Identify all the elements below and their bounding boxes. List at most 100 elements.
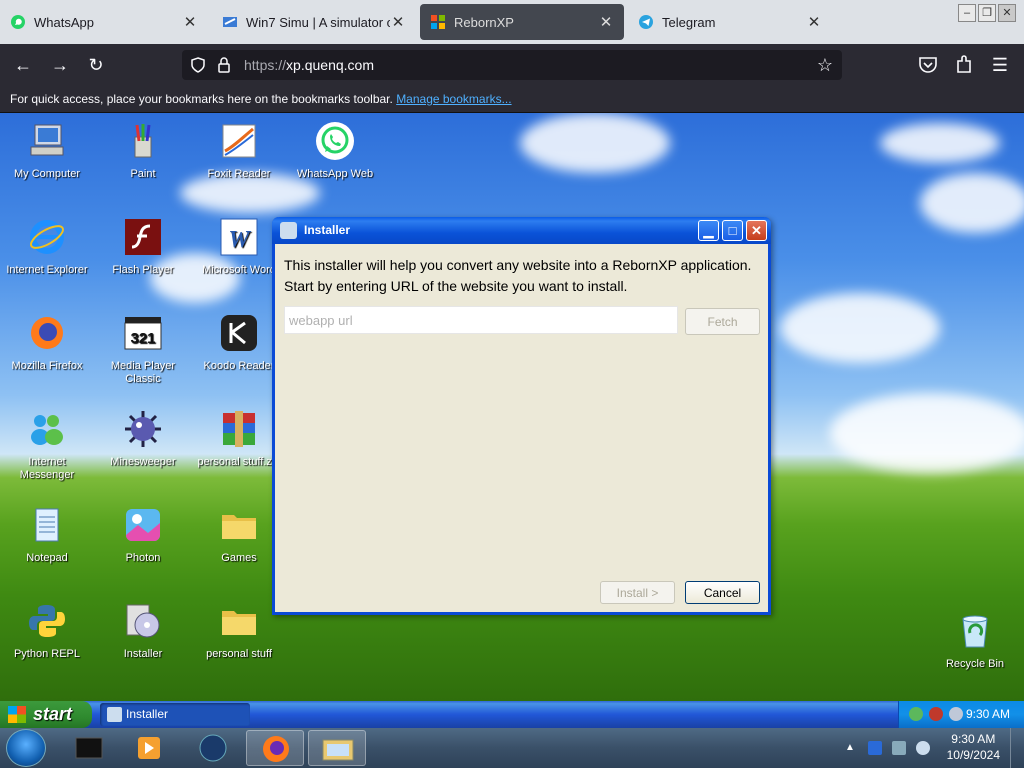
window-icon xyxy=(75,737,103,759)
zip-icon xyxy=(223,411,255,447)
maximize-icon[interactable]: □ xyxy=(722,220,743,241)
installer-icon xyxy=(280,222,297,239)
installer-icon xyxy=(107,707,122,722)
desktop-icon-personal-stuff[interactable]: personal stuff xyxy=(196,601,282,661)
close-icon[interactable]: ✕ xyxy=(182,13,198,31)
network-icon[interactable] xyxy=(909,707,923,721)
desktop-icon-photon[interactable]: Photon xyxy=(100,505,186,565)
python-icon xyxy=(29,605,65,637)
close-icon[interactable]: ✕ xyxy=(806,13,822,31)
close-window-icon[interactable]: ✕ xyxy=(998,4,1016,22)
network-icon[interactable] xyxy=(892,741,906,755)
desktop-icon-flash-player[interactable]: Flash Player xyxy=(100,217,186,277)
back-icon[interactable]: ← xyxy=(12,54,34,76)
tab-label: WhatsApp xyxy=(34,14,94,30)
reload-icon[interactable]: ↻ xyxy=(85,54,107,76)
desktop-icon-minesweeper[interactable]: Minesweeper xyxy=(100,409,186,469)
minimize-icon[interactable]: – xyxy=(958,4,976,22)
desktop-icon-microsoft-word[interactable]: W Microsoft Word xyxy=(196,217,282,277)
desktop-icon-my-computer[interactable]: My Computer xyxy=(4,121,90,181)
restore-icon[interactable]: ❐ xyxy=(978,4,996,22)
installer-body: This installer will help you convert any… xyxy=(275,244,768,612)
pocket-icon[interactable] xyxy=(918,56,938,74)
folder-icon xyxy=(322,739,354,761)
show-desktop-button[interactable] xyxy=(1010,728,1024,768)
desktop-icon-foxit-reader[interactable]: Foxit Reader xyxy=(196,121,282,181)
desktop-icon-installer[interactable]: Installer xyxy=(100,601,186,661)
taskbar-item-installer[interactable]: Installer xyxy=(100,703,250,726)
windows-flag-icon xyxy=(8,706,26,723)
forward-icon[interactable]: → xyxy=(49,54,71,76)
word-icon: W xyxy=(220,218,258,256)
messenger-icon xyxy=(31,415,63,445)
manage-bookmarks-link[interactable]: Manage bookmarks... xyxy=(396,92,511,106)
desktop-icon-personal-stuff-zip[interactable]: personal stuff.zip xyxy=(196,409,282,469)
start-button[interactable]: start xyxy=(0,701,92,728)
ie-icon xyxy=(30,220,64,254)
svg-text:W: W xyxy=(228,227,251,253)
globe-icon xyxy=(199,734,227,762)
url-text: https://xp.quenq.com xyxy=(244,57,374,73)
folder-icon xyxy=(222,611,256,635)
photon-icon xyxy=(126,509,160,541)
cloud xyxy=(880,123,1000,163)
tab-win7simu[interactable]: Win7 Simu | A simulator of W ✕ xyxy=(212,0,416,44)
cloud xyxy=(920,173,1024,233)
tray-app-icon[interactable] xyxy=(868,741,882,755)
desktop-icon-notepad[interactable]: Notepad xyxy=(4,505,90,565)
lock-icon[interactable] xyxy=(217,57,231,73)
desktop-icon-koodo-reader[interactable]: Koodo Reader xyxy=(196,313,282,373)
volume-icon[interactable] xyxy=(916,741,930,755)
taskbar-pin-window[interactable] xyxy=(60,730,118,766)
taskbar-pin-media-player[interactable] xyxy=(120,730,178,766)
shield-icon[interactable] xyxy=(190,57,206,73)
desktop-icon-media-player-classic[interactable]: 321 Media Player Classic xyxy=(100,313,186,386)
volume-icon[interactable] xyxy=(949,707,963,721)
windows-start-orb-icon[interactable] xyxy=(6,729,46,767)
shield-icon[interactable] xyxy=(929,707,943,721)
desktop-icon-paint[interactable]: Paint xyxy=(100,121,186,181)
fetch-button[interactable]: Fetch xyxy=(685,308,760,335)
taskbar-item-label: Installer xyxy=(126,707,169,721)
taskbar-pin-firefox[interactable] xyxy=(246,730,304,766)
installer-window[interactable]: Installer ▁ □ ✕ This installer will help… xyxy=(272,217,771,615)
menu-icon[interactable]: ☰ xyxy=(989,54,1011,76)
close-icon[interactable]: ✕ xyxy=(390,13,406,31)
minimize-icon[interactable]: ▁ xyxy=(698,220,719,241)
xp-icon xyxy=(431,15,445,29)
bookmark-star-icon[interactable]: ☆ xyxy=(814,54,836,76)
tab-rebornxp[interactable]: RebornXP ✕ xyxy=(420,4,624,40)
desktop-icon-recycle-bin[interactable]: Recycle Bin xyxy=(932,611,1018,671)
cloud xyxy=(780,293,940,363)
desktop-icon-games[interactable]: Games xyxy=(196,505,282,565)
tray-expand-icon[interactable]: ▲ xyxy=(845,742,855,753)
navigation-bar: ← → ↻ https://xp.quenq.com ☆ ☰ xyxy=(0,44,1024,86)
installer-title-bar[interactable]: Installer ▁ □ ✕ xyxy=(272,217,771,244)
taskbar-pin-explorer[interactable] xyxy=(308,730,366,766)
media-player-icon xyxy=(138,737,160,759)
webapp-url-input[interactable] xyxy=(284,306,678,334)
desktop-icon-python-repl[interactable]: Python REPL xyxy=(4,601,90,661)
tab-whatsapp[interactable]: WhatsApp ✕ xyxy=(0,0,208,44)
extensions-icon[interactable] xyxy=(955,55,973,75)
telegram-icon xyxy=(639,15,653,29)
close-icon[interactable]: ✕ xyxy=(598,13,614,31)
foxit-icon xyxy=(222,124,256,158)
desktop-icon-internet-explorer[interactable]: Internet Explorer xyxy=(4,217,90,277)
desktop-icon-firefox[interactable]: Mozilla Firefox xyxy=(4,313,90,373)
url-bar[interactable]: https://xp.quenq.com ☆ xyxy=(182,50,842,80)
whatsapp-icon xyxy=(316,122,354,160)
cancel-button[interactable]: Cancel xyxy=(685,581,760,604)
window-title: Installer xyxy=(304,223,351,237)
desktop-icon-messenger[interactable]: Internet Messenger xyxy=(4,409,90,482)
taskbar-pin-globe[interactable] xyxy=(184,730,242,766)
desktop-icon-whatsapp-web[interactable]: WhatsApp Web xyxy=(292,121,378,181)
cloud xyxy=(520,113,670,173)
host-clock[interactable]: 9:30 AM 10/9/2024 xyxy=(947,731,1000,763)
firefox-icon xyxy=(31,317,63,349)
tab-telegram[interactable]: Telegram ✕ xyxy=(628,0,832,44)
close-icon[interactable]: ✕ xyxy=(746,220,767,241)
install-button[interactable]: Install > xyxy=(600,581,675,604)
xp-clock[interactable]: 9:30 AM xyxy=(966,701,1010,728)
recycle-bin-icon xyxy=(962,615,988,648)
